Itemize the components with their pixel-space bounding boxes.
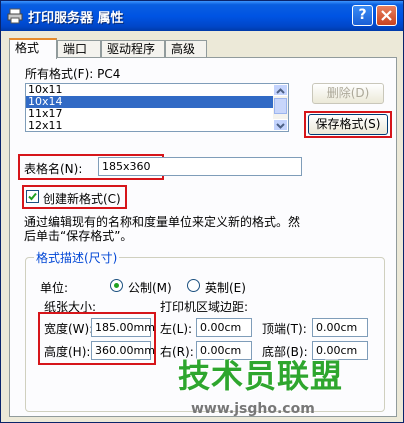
imperial-radio[interactable] xyxy=(187,279,200,292)
scroll-down-arrow[interactable] xyxy=(273,119,288,131)
width-input[interactable]: 185.00mm xyxy=(91,318,155,337)
imperial-label: 英制(E) xyxy=(205,281,246,295)
form-name-input[interactable]: 185x360 xyxy=(98,157,302,176)
printer-icon xyxy=(7,8,23,24)
create-new-label: 创建新格式(C) xyxy=(43,192,121,206)
watermark-url: www.jsgho.com xyxy=(191,401,315,417)
margins-label: 打印机区域边距: xyxy=(160,300,249,314)
scroll-thumb[interactable] xyxy=(274,98,287,114)
group-title: 格式描述(尺寸) xyxy=(34,249,120,266)
top-margin-input[interactable]: 0.00cm xyxy=(312,318,368,337)
height-input[interactable]: 360.00mm xyxy=(91,341,155,360)
chevron-up-icon xyxy=(276,88,285,94)
tab-ports[interactable]: 端口 xyxy=(57,40,101,57)
list-scrollbar[interactable] xyxy=(273,84,288,131)
left-margin-label: 左(L): xyxy=(160,322,193,336)
format-listbox[interactable]: 10x11 10x14 11x17 12x11 xyxy=(25,83,289,132)
top-margin-label: 顶端(T): xyxy=(262,322,307,336)
close-button[interactable] xyxy=(376,5,397,26)
width-label: 宽度(W): xyxy=(44,322,94,336)
tab-drivers[interactable]: 驱动程序 xyxy=(101,40,165,57)
left-margin-input[interactable]: 0.00cm xyxy=(196,318,252,337)
description-line-2: 后单击“保存格式”。 xyxy=(24,229,133,243)
save-format-button[interactable]: 保存格式(S) xyxy=(308,114,388,135)
chevron-down-icon xyxy=(276,123,285,129)
create-new-checkbox[interactable] xyxy=(26,190,39,203)
tab-advanced[interactable]: 高级 xyxy=(165,40,207,57)
unit-label: 单位: xyxy=(40,281,69,295)
window-title: 打印服务器 属性 xyxy=(28,11,124,26)
metric-radio[interactable] xyxy=(110,279,123,292)
delete-button[interactable]: 删除(D) xyxy=(312,83,384,104)
scroll-up-arrow[interactable] xyxy=(273,84,288,96)
all-formats-label: 所有格式(F): PC4 xyxy=(25,67,121,81)
metric-label: 公制(M) xyxy=(128,281,172,295)
help-button[interactable]: ? xyxy=(352,5,373,26)
properties-dialog: 打印服务器 属性 ? 格式 端口 驱动程序 高级 所有格式(F): PC4 10… xyxy=(0,0,404,423)
form-name-label: 表格名(N): xyxy=(24,162,83,176)
watermark-logo: 技术员联盟 xyxy=(178,357,344,395)
list-item-selected[interactable]: 10x14 xyxy=(26,96,273,108)
check-icon xyxy=(28,192,37,201)
height-label: 高度(H): xyxy=(44,345,91,359)
title-bar[interactable]: 打印服务器 属性 ? xyxy=(1,1,403,31)
list-item[interactable]: 10x11 xyxy=(26,84,273,96)
close-icon xyxy=(381,10,392,21)
list-item[interactable]: 12x11 xyxy=(26,120,273,132)
list-item[interactable]: 11x17 xyxy=(26,108,273,120)
tab-formats[interactable]: 格式 xyxy=(9,38,57,59)
